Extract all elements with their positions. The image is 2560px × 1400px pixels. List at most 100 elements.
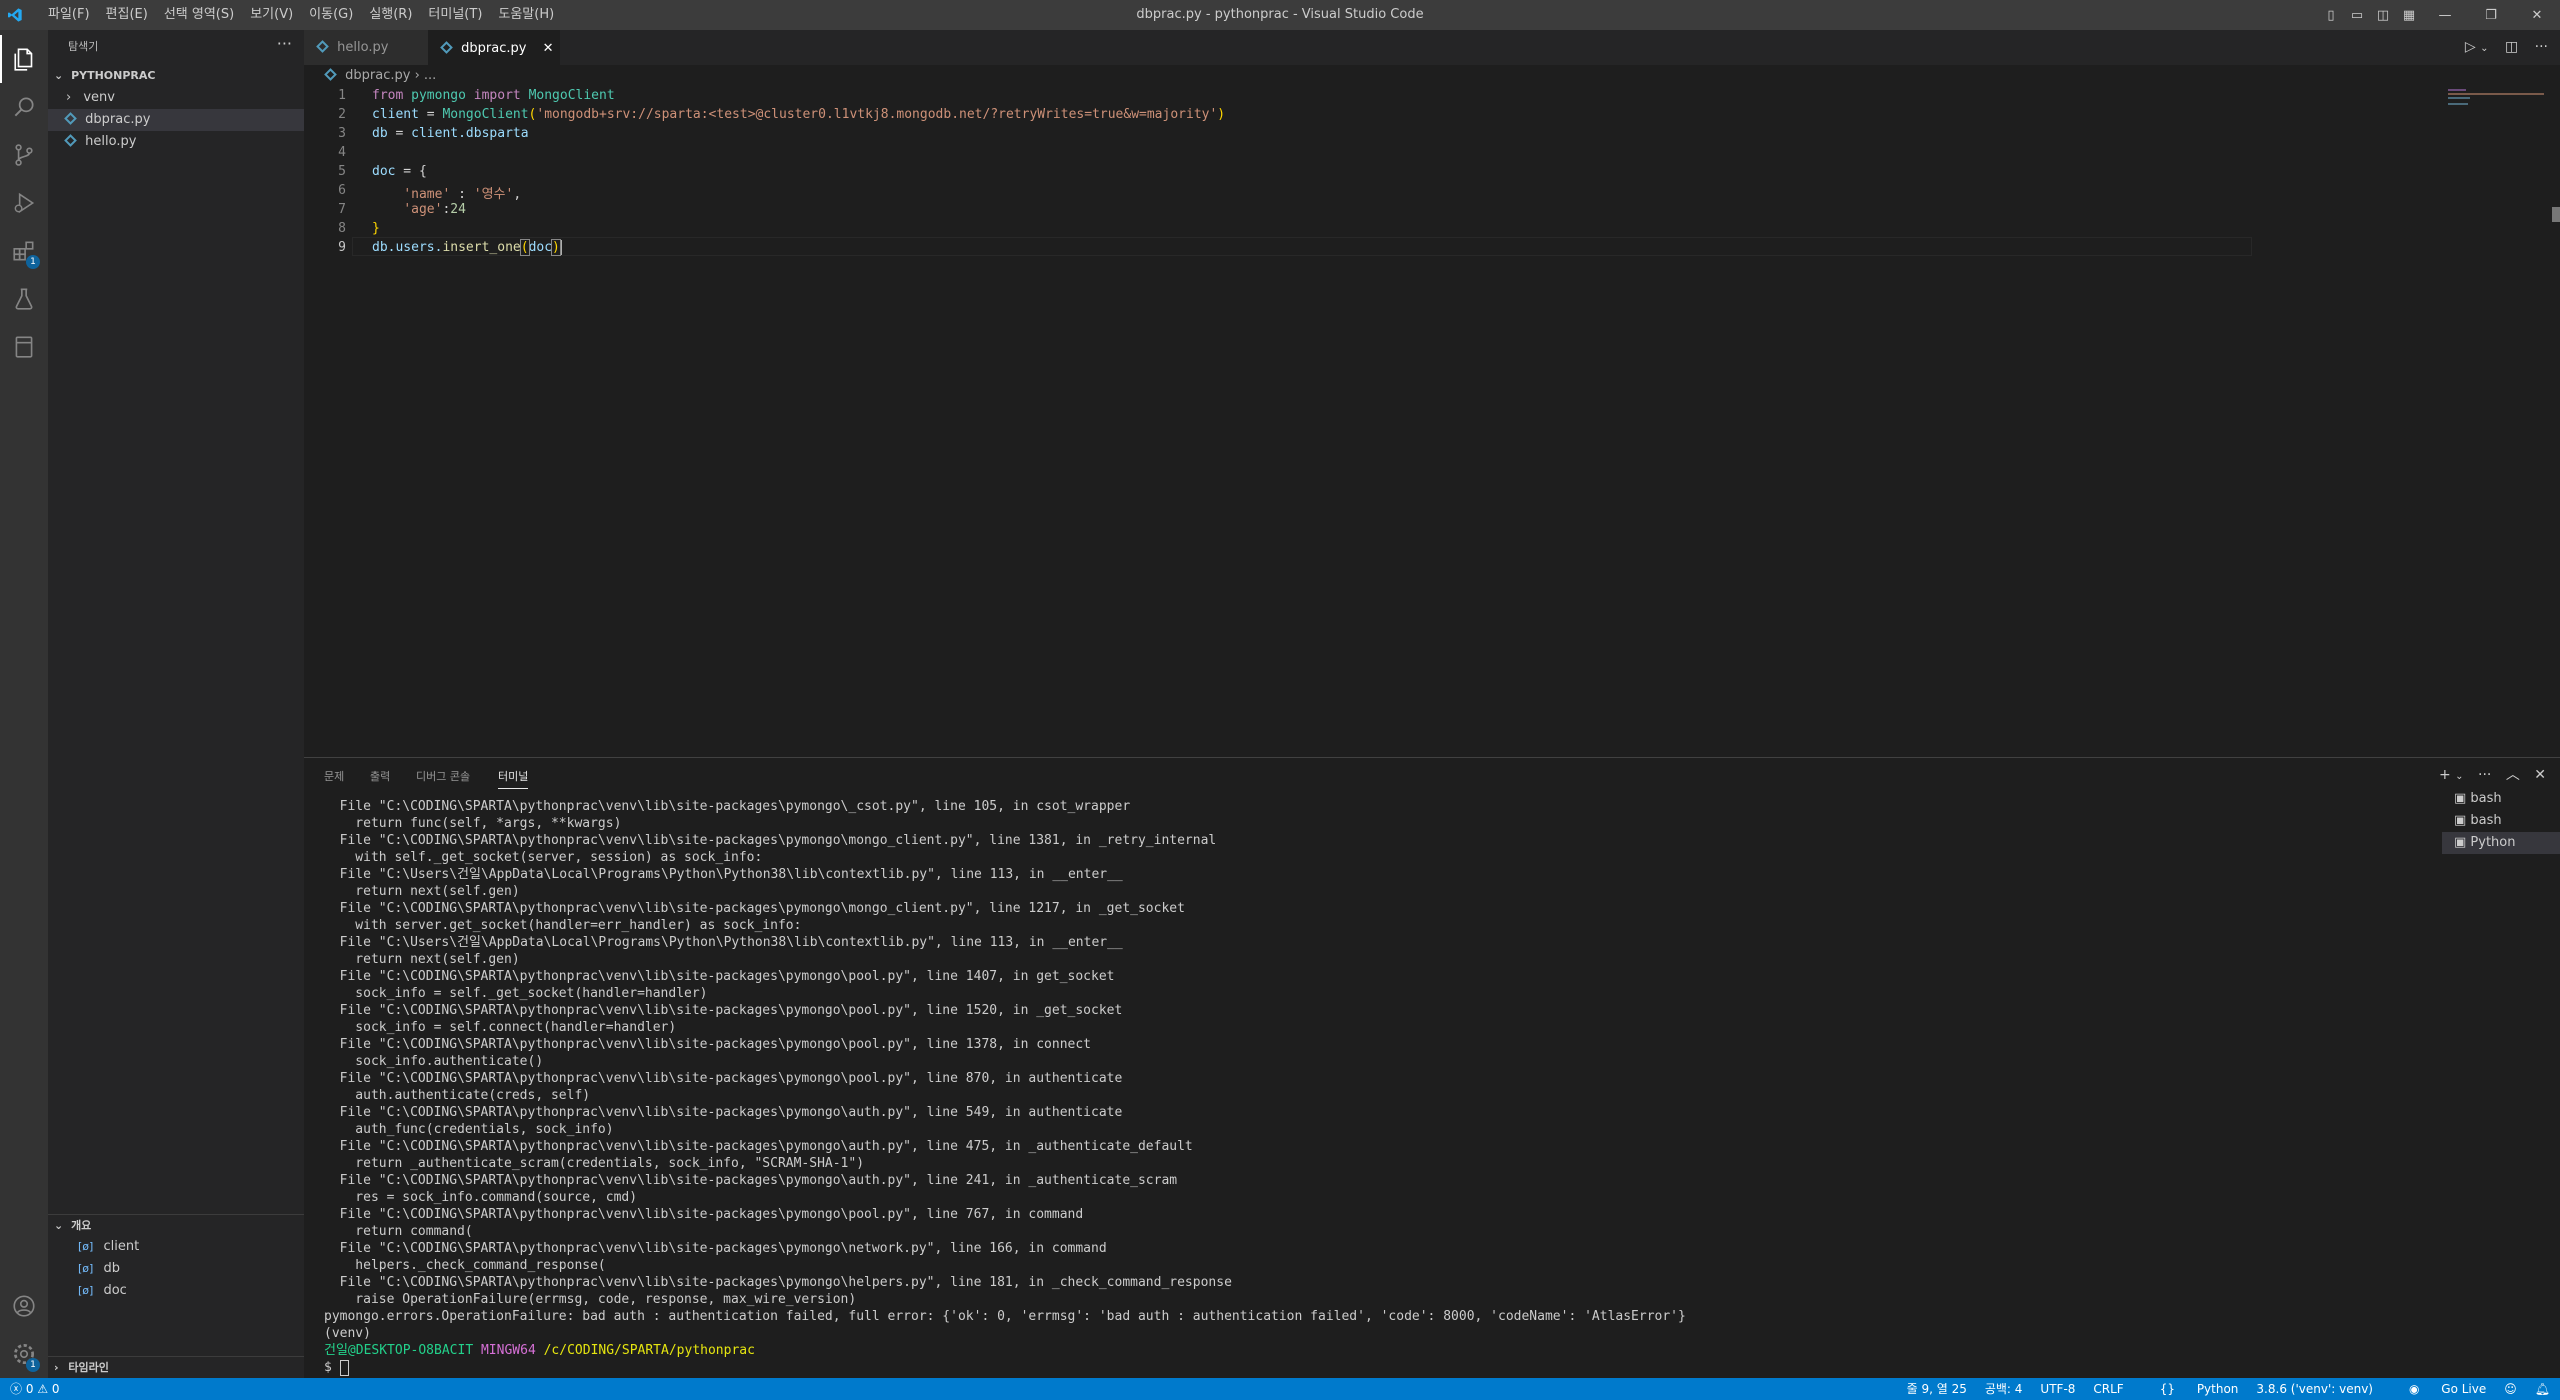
chevron-right-icon: ›	[414, 68, 424, 83]
menu-help[interactable]: 도움말(H)	[490, 0, 562, 30]
close-panel-icon[interactable]: ✕	[2534, 767, 2546, 783]
outline-item-label: client	[103, 1239, 140, 1254]
terminal-line: auth_func(credentials, sock_info)	[324, 1122, 614, 1137]
split-editor-icon[interactable]: ◫	[2505, 39, 2518, 55]
python-file-icon	[64, 112, 77, 125]
close-tab-icon[interactable]: ✕	[543, 41, 554, 56]
terminal-line: File "C:\CODING\SPARTA\pythonprac\venv\l…	[324, 833, 1217, 848]
terminal-line: raise OperationFailure(errmsg, code, res…	[324, 1292, 857, 1307]
extensions-icon[interactable]: 1	[0, 227, 48, 275]
tab-dbprac[interactable]: dbprac.py ✕	[428, 30, 560, 66]
chevron-down-icon[interactable]: ⌄	[2480, 43, 2488, 54]
tab-debug-console[interactable]: 디버그 콘솔	[416, 768, 470, 784]
cursor-position[interactable]: 줄 9, 열 25	[1907, 1378, 1967, 1400]
terminal-item-bash[interactable]: ▣ bash	[2442, 788, 2560, 810]
terminal-line: File "C:\CODING\SPARTA\pythonprac\venv\l…	[324, 1207, 1084, 1222]
outline-item-doc[interactable]: [ø] doc	[48, 1280, 304, 1302]
notifications-bell-icon[interactable]: 🔔︎	[2535, 1378, 2550, 1400]
menu-selection[interactable]: 선택 영역(S)	[156, 0, 242, 30]
tree-item-hello[interactable]: hello.py	[48, 131, 304, 153]
chevron-down-icon[interactable]: ⌄	[2455, 771, 2463, 782]
terminal-line: File "C:\CODING\SPARTA\pythonprac\venv\l…	[324, 969, 1115, 984]
current-line-highlight	[352, 237, 2252, 256]
more-actions-icon[interactable]: ···	[2535, 39, 2548, 55]
new-terminal-icon[interactable]: +	[2439, 767, 2451, 783]
terminal-cursor	[339, 1359, 349, 1376]
terminal-line: with server.get_socket(handler=err_handl…	[324, 918, 802, 933]
account-icon[interactable]	[0, 1282, 48, 1330]
menu-terminal[interactable]: 터미널(T)	[420, 0, 490, 30]
variable-symbol-icon: [ø]	[78, 1262, 94, 1275]
breadcrumb-rest[interactable]: ...	[424, 68, 436, 83]
source-control-icon[interactable]	[0, 131, 48, 179]
terminal-line: File "C:\CODING\SPARTA\pythonprac\venv\l…	[324, 1173, 1178, 1188]
terminal-input-line[interactable]: $	[324, 1359, 2424, 1376]
indentation[interactable]: 공백: 4	[1985, 1378, 2023, 1400]
code-line-2: client = MongoClient('mongodb+srv://spar…	[372, 107, 1226, 122]
scrollbar-thumb[interactable]	[2552, 207, 2560, 222]
tab-hello[interactable]: hello.py	[304, 30, 428, 65]
menu-run[interactable]: 실행(R)	[361, 0, 420, 30]
explorer-icon[interactable]	[0, 35, 48, 83]
code-editor[interactable]: 1 2 3 4 5 6 7 8 9 from pymongo import Mo…	[304, 87, 2560, 757]
folder-section-header[interactable]: ⌄ PYTHONPRAC	[48, 65, 304, 87]
warning-icon: ⚠	[37, 1382, 49, 1396]
menu-edit[interactable]: 편집(E)	[98, 0, 156, 30]
terminal-output[interactable]: File "C:\CODING\SPARTA\pythonprac\venv\l…	[324, 798, 2424, 1376]
menu-go[interactable]: 이동(G)	[301, 0, 361, 30]
minimize-button[interactable]: —	[2422, 0, 2468, 30]
outline-section-header[interactable]: ⌄ 개요	[48, 1214, 304, 1237]
end-of-line[interactable]: CRLF	[2093, 1378, 2123, 1400]
toggle-panel-icon[interactable]: ▭	[2344, 0, 2370, 30]
tab-output[interactable]: 출력	[370, 768, 390, 784]
outline-item-label: doc	[103, 1283, 127, 1298]
testing-icon[interactable]	[0, 275, 48, 323]
error-icon: ⓧ	[10, 1382, 23, 1396]
toggle-secondary-sidebar-icon[interactable]: ◫	[2370, 0, 2396, 30]
settings-gear-icon[interactable]: 1	[0, 1330, 48, 1378]
go-live-button[interactable]: ◉ Go Live	[2391, 1378, 2486, 1400]
menu-view[interactable]: 보기(V)	[242, 0, 301, 30]
feedback-icon[interactable]: ☺	[2504, 1378, 2517, 1400]
terminal-line: File "C:\CODING\SPARTA\pythonprac\venv\l…	[324, 1037, 1092, 1052]
customize-layout-icon[interactable]: ▦	[2396, 0, 2422, 30]
run-debug-icon[interactable]	[0, 179, 48, 227]
terminal-item-python[interactable]: ▣ Python	[2442, 832, 2560, 854]
minimap[interactable]	[2448, 87, 2548, 147]
title-bar: 파일(F) 편집(E) 선택 영역(S) 보기(V) 이동(G) 실행(R) 터…	[0, 0, 2560, 30]
language-mode[interactable]: {} Python	[2142, 1378, 2239, 1400]
timeline-section-header[interactable]: › 타임라인	[48, 1356, 304, 1379]
line-number: 9	[338, 240, 346, 255]
tab-terminal[interactable]: 터미널	[498, 768, 529, 789]
maximize-panel-icon[interactable]: ︿	[2506, 767, 2520, 783]
terminal-line: File "C:\CODING\SPARTA\pythonprac\venv\l…	[324, 1003, 1123, 1018]
python-file-icon	[64, 134, 77, 147]
tree-item-dbprac[interactable]: dbprac.py	[48, 109, 304, 131]
activity-bar: 1 1	[0, 30, 48, 1378]
restore-button[interactable]: ❐	[2468, 0, 2514, 30]
remote-explorer-icon[interactable]	[0, 323, 48, 371]
python-interpreter[interactable]: 3.8.6 ('venv': venv)	[2256, 1378, 2373, 1400]
terminal-line: sock_info = self._get_socket(handler=han…	[324, 986, 708, 1001]
run-python-icon[interactable]: ▷	[2465, 39, 2476, 55]
tab-label: dbprac.py	[461, 41, 527, 56]
tab-problems[interactable]: 문제	[324, 768, 344, 784]
breadcrumb-file[interactable]: dbprac.py	[345, 68, 410, 83]
menu-file[interactable]: 파일(F)	[40, 0, 98, 30]
search-icon[interactable]	[0, 83, 48, 131]
close-window-button[interactable]: ✕	[2514, 0, 2560, 30]
line-number: 6	[338, 183, 346, 198]
outline-item-db[interactable]: [ø] db	[48, 1258, 304, 1280]
outline-item-client[interactable]: [ø] client	[48, 1236, 304, 1258]
problems-status[interactable]: ⓧ 0 ⚠ 0	[10, 1378, 60, 1400]
toggle-sidebar-icon[interactable]: ▯	[2318, 0, 2344, 30]
terminal-item-bash[interactable]: ▣ bash	[2442, 810, 2560, 832]
more-actions-icon[interactable]: ···	[277, 34, 292, 53]
text-cursor	[559, 240, 562, 255]
encoding[interactable]: UTF-8	[2040, 1378, 2075, 1400]
python-file-icon	[324, 68, 337, 81]
code-line-3: db = client.dbsparta	[372, 126, 529, 141]
tree-item-venv[interactable]: › venv	[48, 87, 304, 109]
more-actions-icon[interactable]: ···	[2478, 767, 2491, 783]
terminal-list: ▣ bash ▣ bash ▣ Python	[2442, 788, 2560, 854]
